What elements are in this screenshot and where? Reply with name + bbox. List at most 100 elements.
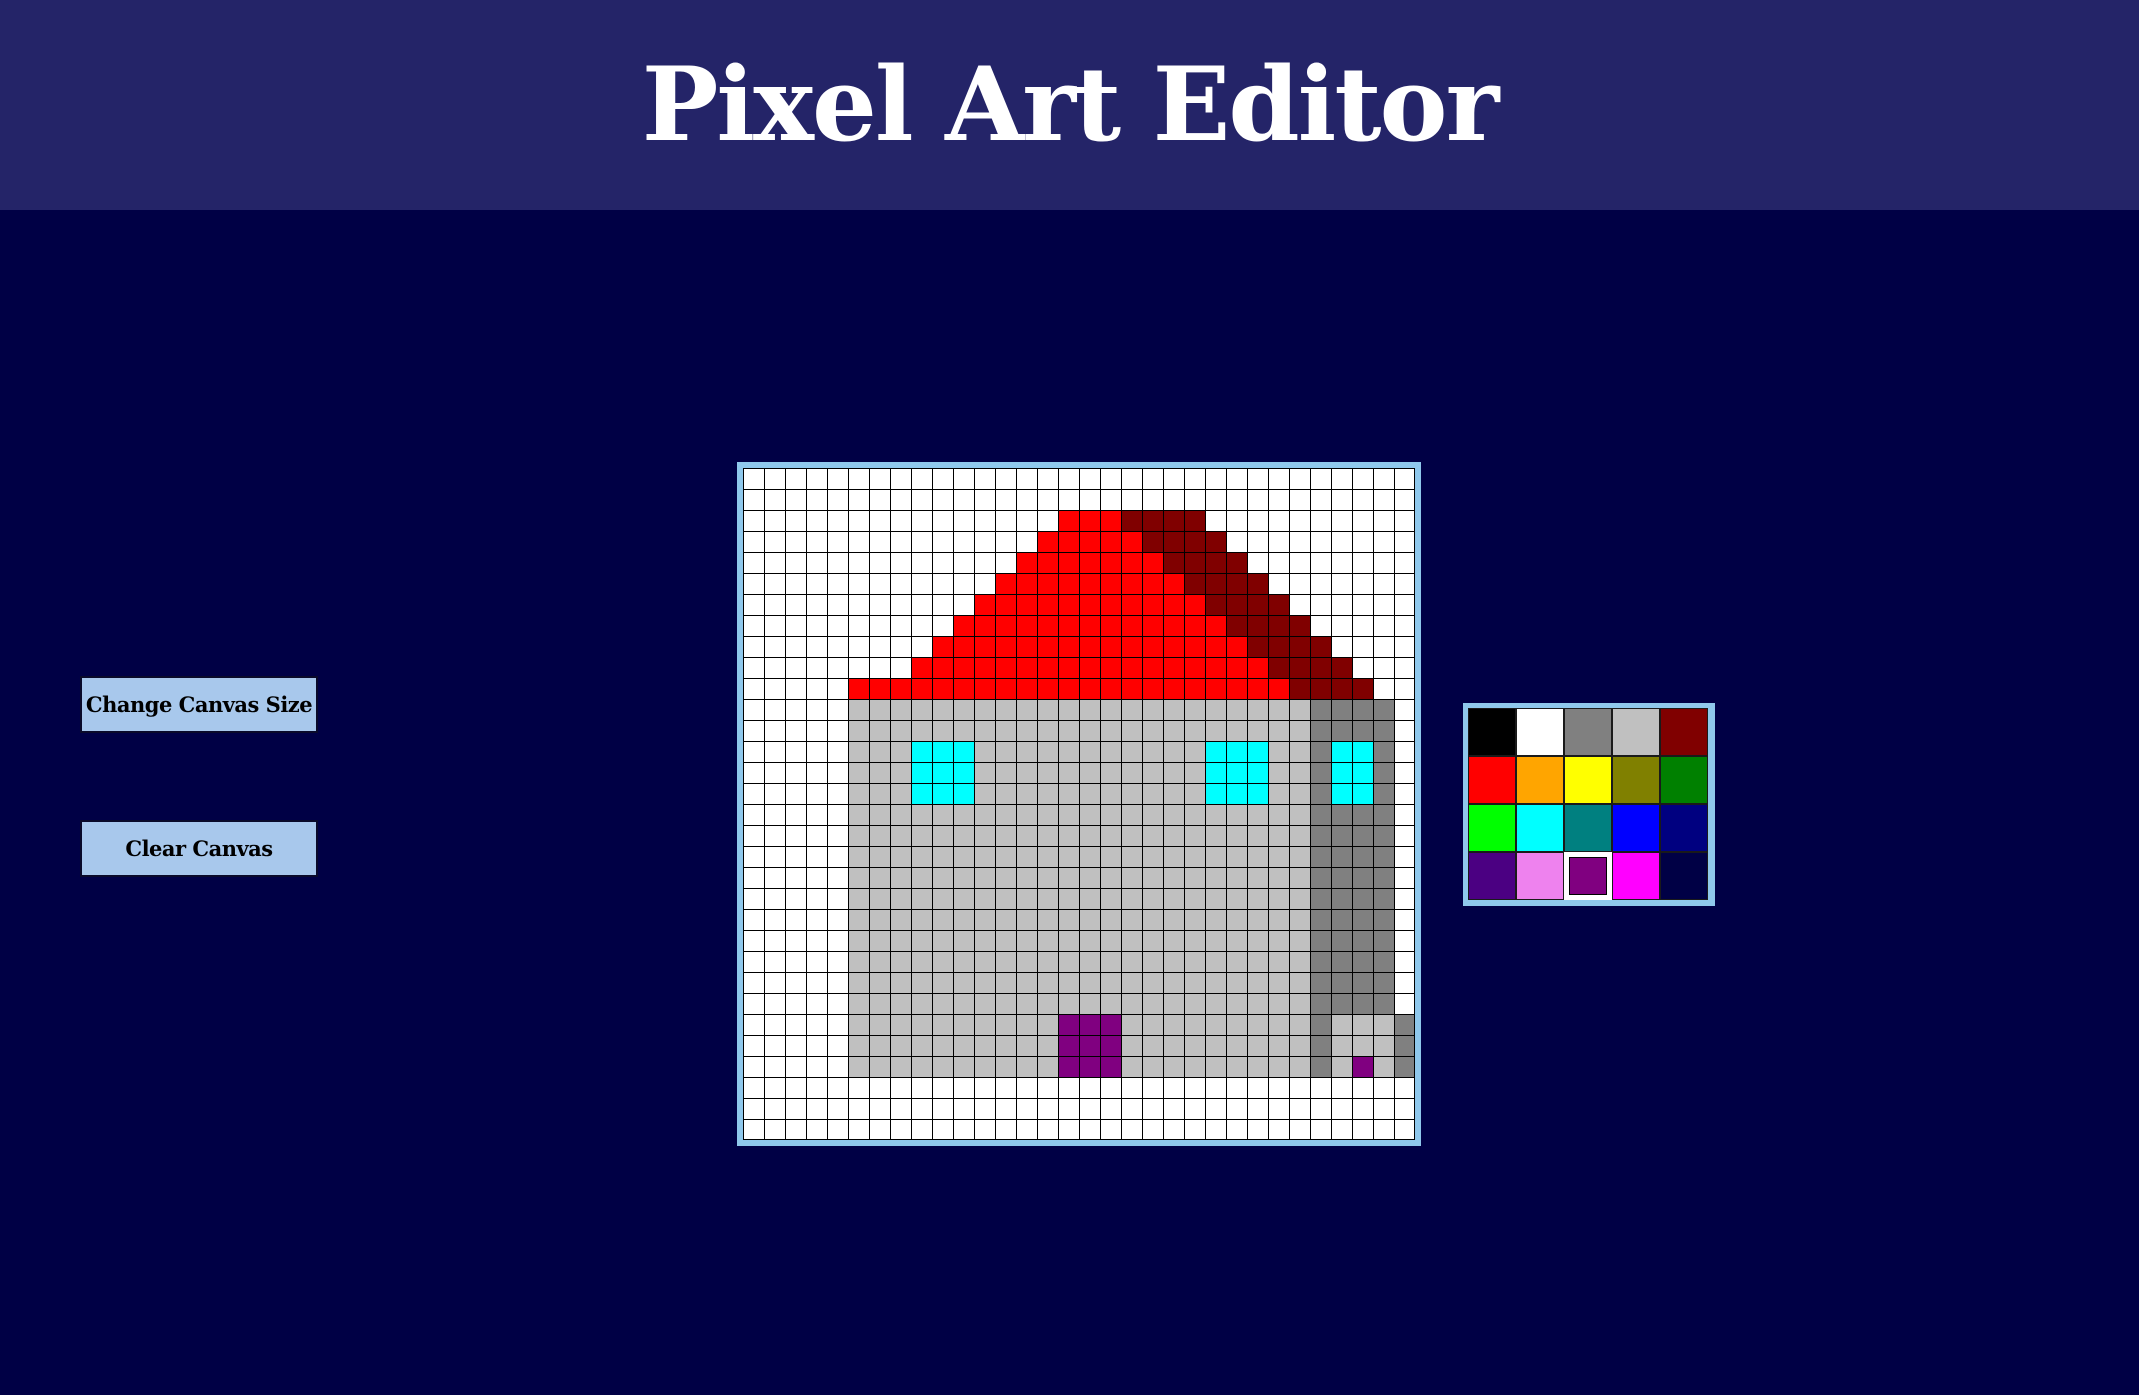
pixel-cell[interactable]: [1394, 1014, 1415, 1035]
pixel-cell[interactable]: [1331, 825, 1352, 846]
pixel-cell[interactable]: [1079, 951, 1100, 972]
pixel-cell[interactable]: [1121, 1077, 1142, 1098]
pixel-cell[interactable]: [1289, 909, 1310, 930]
pixel-cell[interactable]: [1226, 510, 1247, 531]
pixel-cell[interactable]: [1037, 636, 1058, 657]
pixel-cell[interactable]: [1268, 1098, 1289, 1119]
pixel-cell[interactable]: [1268, 1035, 1289, 1056]
pixel-cell[interactable]: [1310, 825, 1331, 846]
pixel-cell[interactable]: [806, 1014, 827, 1035]
pixel-cell[interactable]: [995, 888, 1016, 909]
pixel-cell[interactable]: [974, 552, 995, 573]
pixel-cell[interactable]: [1205, 1119, 1226, 1140]
pixel-cell[interactable]: [1205, 573, 1226, 594]
pixel-cell[interactable]: [974, 867, 995, 888]
pixel-cell[interactable]: [1121, 699, 1142, 720]
pixel-cell[interactable]: [1247, 573, 1268, 594]
pixel-cell[interactable]: [1268, 930, 1289, 951]
pixel-cell[interactable]: [1142, 468, 1163, 489]
pixel-cell[interactable]: [911, 573, 932, 594]
pixel-cell[interactable]: [806, 762, 827, 783]
pixel-cell[interactable]: [764, 1077, 785, 1098]
pixel-cell[interactable]: [1121, 951, 1142, 972]
pixel-cell[interactable]: [890, 1077, 911, 1098]
pixel-cell[interactable]: [1163, 867, 1184, 888]
pixel-cell[interactable]: [806, 678, 827, 699]
pixel-cell[interactable]: [932, 1035, 953, 1056]
pixel-cell[interactable]: [1058, 552, 1079, 573]
pixel-cell[interactable]: [848, 951, 869, 972]
pixel-cell[interactable]: [1289, 846, 1310, 867]
pixel-cell[interactable]: [1163, 468, 1184, 489]
pixel-cell[interactable]: [1352, 762, 1373, 783]
pixel-cell[interactable]: [1310, 951, 1331, 972]
pixel-cell[interactable]: [1289, 1077, 1310, 1098]
pixel-cell[interactable]: [974, 1098, 995, 1119]
pixel-cell[interactable]: [1016, 1098, 1037, 1119]
pixel-cell[interactable]: [953, 846, 974, 867]
pixel-cell[interactable]: [1079, 993, 1100, 1014]
pixel-cell[interactable]: [1058, 993, 1079, 1014]
pixel-cell[interactable]: [827, 531, 848, 552]
pixel-cell[interactable]: [995, 699, 1016, 720]
pixel-cell[interactable]: [1394, 615, 1415, 636]
pixel-cell[interactable]: [1037, 531, 1058, 552]
pixel-cell[interactable]: [1310, 846, 1331, 867]
pixel-cell[interactable]: [1331, 1056, 1352, 1077]
pixel-cell[interactable]: [1121, 993, 1142, 1014]
pixel-cell[interactable]: [1373, 1056, 1394, 1077]
pixel-cell[interactable]: [1247, 888, 1268, 909]
pixel-cell[interactable]: [890, 972, 911, 993]
pixel-cell[interactable]: [1058, 531, 1079, 552]
pixel-cell[interactable]: [1121, 1014, 1142, 1035]
pixel-cell[interactable]: [1226, 762, 1247, 783]
pixel-cell[interactable]: [1100, 1077, 1121, 1098]
pixel-cell[interactable]: [1058, 783, 1079, 804]
pixel-cell[interactable]: [1268, 657, 1289, 678]
pixel-cell[interactable]: [932, 510, 953, 531]
pixel-cell[interactable]: [953, 573, 974, 594]
pixel-cell[interactable]: [1226, 888, 1247, 909]
pixel-cell[interactable]: [1310, 1077, 1331, 1098]
pixel-cell[interactable]: [1184, 678, 1205, 699]
pixel-cell[interactable]: [1331, 867, 1352, 888]
pixel-cell[interactable]: [1079, 636, 1100, 657]
pixel-cell[interactable]: [1163, 972, 1184, 993]
pixel-cell[interactable]: [1058, 594, 1079, 615]
pixel-cell[interactable]: [1163, 1014, 1184, 1035]
pixel-cell[interactable]: [1352, 615, 1373, 636]
color-swatch[interactable]: [1468, 804, 1516, 852]
pixel-cell[interactable]: [764, 573, 785, 594]
pixel-cell[interactable]: [1268, 825, 1289, 846]
pixel-cell[interactable]: [1184, 741, 1205, 762]
pixel-cell[interactable]: [911, 1014, 932, 1035]
pixel-cell[interactable]: [1142, 783, 1163, 804]
pixel-cell[interactable]: [1142, 615, 1163, 636]
pixel-cell[interactable]: [764, 510, 785, 531]
pixel-cell[interactable]: [1100, 804, 1121, 825]
pixel-cell[interactable]: [1310, 657, 1331, 678]
pixel-cell[interactable]: [1079, 699, 1100, 720]
pixel-cell[interactable]: [1310, 594, 1331, 615]
pixel-canvas[interactable]: [743, 468, 1415, 1140]
pixel-cell[interactable]: [1142, 846, 1163, 867]
pixel-cell[interactable]: [1037, 825, 1058, 846]
pixel-cell[interactable]: [1289, 1056, 1310, 1077]
pixel-cell[interactable]: [785, 741, 806, 762]
pixel-cell[interactable]: [890, 825, 911, 846]
pixel-cell[interactable]: [1079, 657, 1100, 678]
pixel-cell[interactable]: [932, 1077, 953, 1098]
pixel-cell[interactable]: [1058, 657, 1079, 678]
pixel-cell[interactable]: [1289, 720, 1310, 741]
pixel-cell[interactable]: [1121, 468, 1142, 489]
pixel-cell[interactable]: [1289, 573, 1310, 594]
pixel-cell[interactable]: [1163, 951, 1184, 972]
pixel-cell[interactable]: [827, 741, 848, 762]
pixel-cell[interactable]: [1289, 615, 1310, 636]
pixel-cell[interactable]: [869, 888, 890, 909]
pixel-cell[interactable]: [1142, 762, 1163, 783]
pixel-cell[interactable]: [1373, 510, 1394, 531]
pixel-cell[interactable]: [1100, 930, 1121, 951]
pixel-cell[interactable]: [932, 993, 953, 1014]
pixel-cell[interactable]: [1037, 846, 1058, 867]
